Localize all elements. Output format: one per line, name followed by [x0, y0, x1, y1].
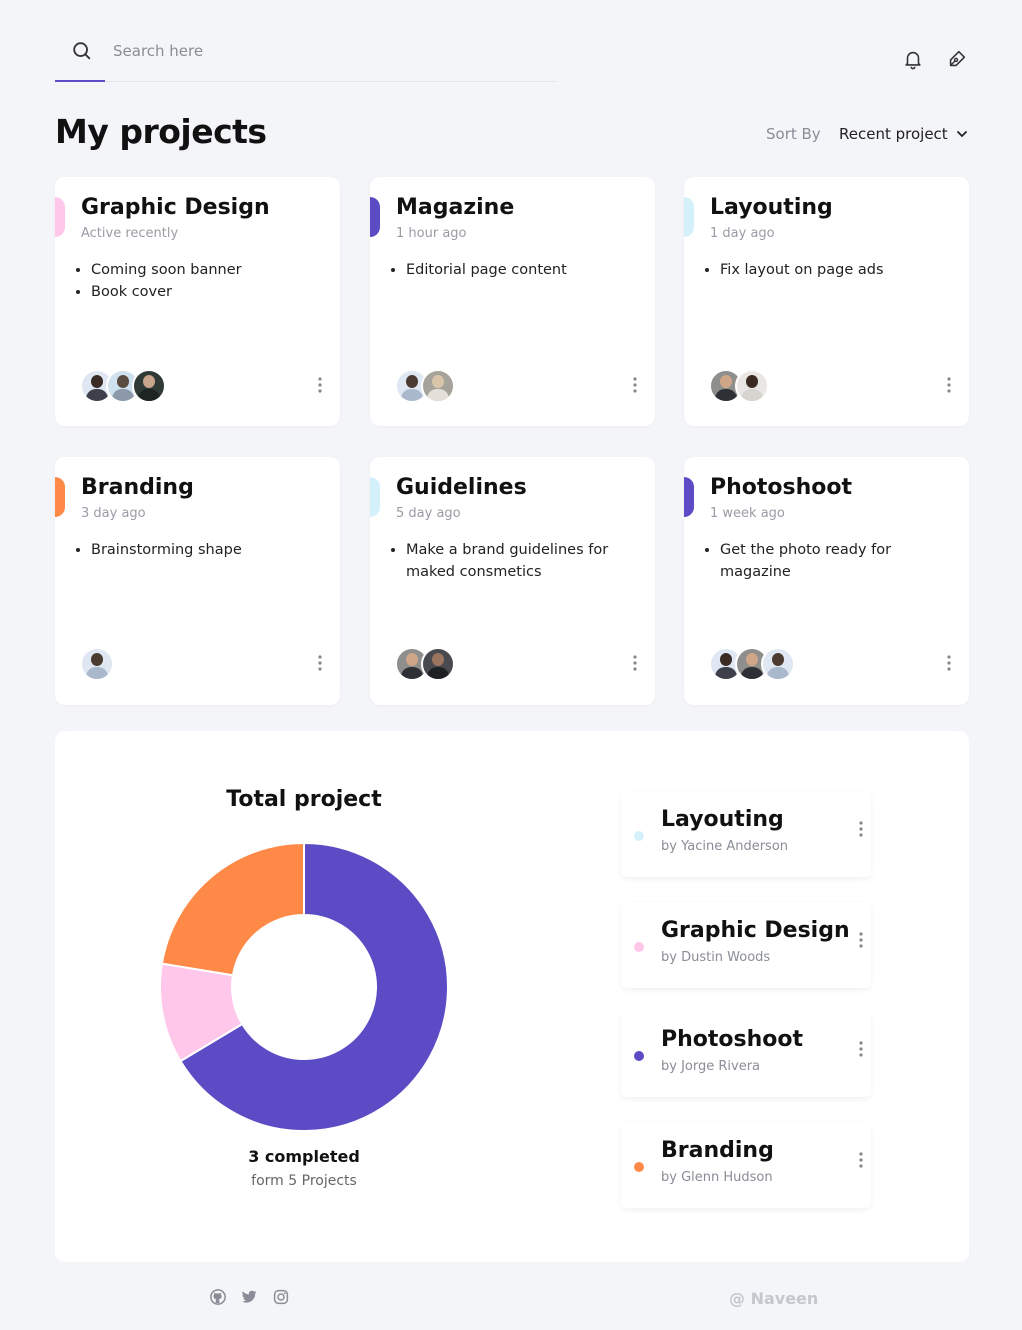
page-title: My projects — [55, 112, 267, 151]
twitter-icon[interactable] — [240, 1288, 258, 1306]
more-vertical-icon[interactable] — [857, 820, 865, 838]
instagram-icon[interactable] — [272, 1288, 290, 1306]
card-title: Guidelines — [396, 475, 527, 500]
avatar-group — [80, 369, 166, 403]
card-title: Graphic Design — [81, 195, 270, 220]
legend-owner: by Yacine Anderson — [661, 839, 789, 854]
task-list: Make a brand guidelines for maked consme… — [406, 539, 636, 583]
legend-dot — [634, 831, 644, 841]
avatar-group — [709, 647, 795, 681]
completed-count: 3 completed — [248, 1147, 360, 1166]
task-list: Fix layout on page ads — [720, 259, 950, 281]
legend-item-photoshoot[interactable]: Photoshoot by Jorge Rivera — [621, 1011, 871, 1097]
legend-dot — [634, 1162, 644, 1172]
avatar[interactable] — [132, 369, 166, 403]
completed-subtitle: form 5 Projects — [251, 1173, 357, 1189]
card-accent — [684, 197, 694, 237]
card-accent — [55, 477, 65, 517]
avatar[interactable] — [421, 369, 455, 403]
legend-owner: by Jorge Rivera — [661, 1059, 761, 1074]
more-vertical-icon[interactable] — [631, 376, 639, 394]
card-time: 1 day ago — [710, 226, 775, 241]
more-vertical-icon[interactable] — [316, 654, 324, 672]
card-time: 1 week ago — [710, 506, 785, 521]
task-item: Brainstorming shape — [91, 539, 321, 561]
card-time: 1 hour ago — [396, 226, 467, 241]
avatar[interactable] — [80, 647, 114, 681]
task-item: Make a brand guidelines for maked consme… — [406, 539, 636, 583]
avatar[interactable] — [761, 647, 795, 681]
legend-title: Branding — [661, 1138, 774, 1163]
avatar-group — [709, 369, 769, 403]
project-card-photoshoot[interactable]: Photoshoot 1 week ago Get the photo read… — [684, 457, 969, 705]
legend-title: Photoshoot — [661, 1027, 804, 1052]
search-icon[interactable] — [71, 40, 93, 62]
legend-item-layouting[interactable]: Layouting by Yacine Anderson — [621, 791, 871, 877]
task-item: Fix layout on page ads — [720, 259, 950, 281]
more-vertical-icon[interactable] — [857, 1151, 865, 1169]
task-item: Get the photo ready for magazine — [720, 539, 950, 583]
card-accent — [370, 477, 380, 517]
legend-dot — [634, 942, 644, 952]
legend-owner: by Glenn Hudson — [661, 1170, 773, 1185]
donut-slice-branding[interactable] — [160, 842, 305, 977]
total-project-panel: Total project 3 completed form 5 Project… — [55, 731, 969, 1262]
task-list: Get the photo ready for magazine — [720, 539, 950, 583]
card-time: Active recently — [81, 226, 179, 241]
card-accent — [684, 477, 694, 517]
legend-title: Layouting — [661, 807, 784, 832]
legend-dot — [634, 1051, 644, 1061]
task-item: Editorial page content — [406, 259, 636, 281]
more-vertical-icon[interactable] — [631, 654, 639, 672]
project-card-magazine[interactable]: Magazine 1 hour ago Editorial page conte… — [370, 177, 655, 426]
project-card-graphic-design[interactable]: Graphic Design Active recently Coming so… — [55, 177, 340, 426]
footer-credit: @ Naveen — [729, 1289, 819, 1308]
card-accent — [370, 197, 380, 237]
pen-icon[interactable] — [946, 48, 968, 70]
card-title: Layouting — [710, 195, 833, 220]
avatar[interactable] — [735, 369, 769, 403]
legend-title: Graphic Design — [661, 918, 850, 943]
card-time: 3 day ago — [81, 506, 146, 521]
donut-chart — [159, 842, 449, 1132]
card-title: Magazine — [396, 195, 515, 220]
search-bar — [55, 26, 557, 82]
task-list: Brainstorming shape — [91, 539, 321, 561]
card-title: Photoshoot — [710, 475, 853, 500]
more-vertical-icon[interactable] — [316, 376, 324, 394]
avatar-group — [395, 647, 455, 681]
bell-icon[interactable] — [902, 48, 924, 70]
card-time: 5 day ago — [396, 506, 461, 521]
task-item: Coming soon banner — [91, 259, 321, 281]
task-list: Editorial page content — [406, 259, 636, 281]
legend-item-graphic-design[interactable]: Graphic Design by Dustin Woods — [621, 902, 871, 988]
search-underline — [55, 80, 105, 82]
avatar-group — [395, 369, 455, 403]
more-vertical-icon[interactable] — [857, 931, 865, 949]
legend-owner: by Dustin Woods — [661, 950, 771, 965]
chart-title: Total project — [226, 787, 382, 812]
task-list: Coming soon banner Book cover — [91, 259, 321, 303]
card-title: Branding — [81, 475, 194, 500]
more-vertical-icon[interactable] — [945, 654, 953, 672]
avatar[interactable] — [421, 647, 455, 681]
more-vertical-icon[interactable] — [945, 376, 953, 394]
sort-dropdown[interactable]: Recent project — [839, 125, 970, 147]
project-card-guidelines[interactable]: Guidelines 5 day ago Make a brand guidel… — [370, 457, 655, 705]
legend-item-branding[interactable]: Branding by Glenn Hudson — [621, 1122, 871, 1208]
project-card-branding[interactable]: Branding 3 day ago Brainstorming shape — [55, 457, 340, 705]
sort-label: Sort By — [766, 125, 821, 143]
card-accent — [55, 197, 65, 237]
task-item: Book cover — [91, 281, 321, 303]
project-card-layouting[interactable]: Layouting 1 day ago Fix layout on page a… — [684, 177, 969, 426]
github-icon[interactable] — [209, 1288, 227, 1306]
more-vertical-icon[interactable] — [857, 1040, 865, 1058]
sort-value: Recent project — [839, 125, 948, 143]
chevron-down-icon — [957, 131, 967, 138]
avatar-group — [80, 647, 114, 681]
search-input[interactable] — [113, 38, 533, 64]
